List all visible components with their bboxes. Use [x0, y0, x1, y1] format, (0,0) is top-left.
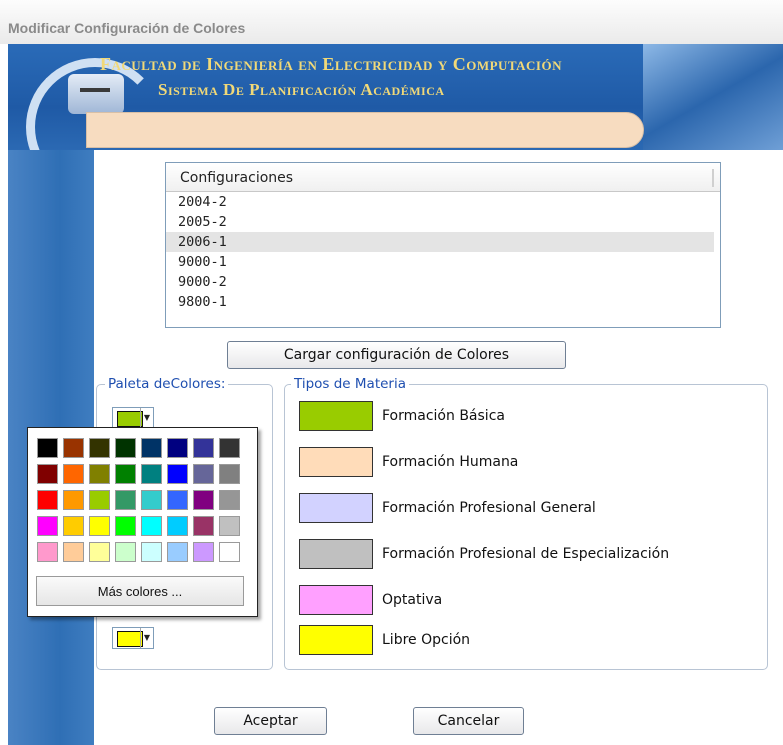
materia-color-chip[interactable]: [299, 625, 373, 655]
materias-fieldset: Tipos de Materia Formación Básica Formaci…: [284, 376, 768, 670]
color-swatch[interactable]: [115, 516, 136, 536]
config-list[interactable]: 2004-2 2005-2 2006-1 9000-1 9000-2 9800-1: [166, 192, 720, 312]
keyboard-decor-image: [643, 44, 783, 150]
color-swatch[interactable]: [89, 464, 110, 484]
window-titlebar: Modificar Configuración de Colores: [0, 0, 783, 44]
color-picker-button[interactable]: ▼: [112, 407, 154, 429]
list-header-label: Configuraciones: [180, 170, 294, 186]
palette-legend: Paleta deColores:: [105, 376, 229, 392]
color-swatch[interactable]: [89, 516, 110, 536]
materia-label: Formación Profesional de Especialización: [382, 546, 670, 562]
color-swatch[interactable]: [37, 516, 58, 536]
system-title: Sistema De Planificación Académica: [158, 80, 445, 99]
color-swatch[interactable]: [37, 490, 58, 510]
color-swatch[interactable]: [219, 490, 240, 510]
materia-label: Formación Básica: [382, 408, 505, 424]
list-header: Configuraciones: [166, 163, 720, 192]
color-swatch[interactable]: [193, 490, 214, 510]
dropdown-arrow-icon[interactable]: ▼: [140, 408, 153, 428]
configuraciones-listbox[interactable]: Configuraciones 2004-2 2005-2 2006-1 9000-1…: [165, 162, 721, 328]
header-divider: [712, 169, 714, 187]
color-swatch[interactable]: [219, 438, 240, 458]
list-item[interactable]: 9000-2: [166, 272, 720, 292]
color-swatch[interactable]: [141, 490, 162, 510]
color-swatch[interactable]: [89, 438, 110, 458]
color-swatch[interactable]: [193, 516, 214, 536]
dropdown-arrow-icon[interactable]: ▼: [140, 628, 153, 648]
list-item[interactable]: 9800-1: [166, 292, 720, 312]
materia-color-chip[interactable]: [299, 401, 373, 431]
color-swatch[interactable]: [219, 464, 240, 484]
color-swatch[interactable]: [193, 542, 214, 562]
list-item[interactable]: 9000-1: [166, 252, 720, 272]
color-swatch[interactable]: [89, 542, 110, 562]
color-swatch[interactable]: [89, 490, 110, 510]
color-swatch[interactable]: [37, 542, 58, 562]
window-title: Modificar Configuración de Colores: [8, 20, 246, 36]
load-config-button[interactable]: Cargar configuración de Colores: [227, 341, 566, 369]
materia-label: Optativa: [382, 592, 443, 608]
materia-label: Formación Humana: [382, 454, 519, 470]
color-swatch[interactable]: [115, 490, 136, 510]
materia-color-chip[interactable]: [299, 585, 373, 615]
color-swatch[interactable]: [193, 464, 214, 484]
color-swatch[interactable]: [219, 542, 240, 562]
materia-color-chip[interactable]: [299, 447, 373, 477]
more-colors-button[interactable]: Más colores ...: [36, 576, 244, 606]
list-item[interactable]: 2006-1: [166, 232, 714, 252]
color-swatch[interactable]: [167, 464, 188, 484]
materia-color-chip[interactable]: [299, 539, 373, 569]
color-swatch[interactable]: [115, 542, 136, 562]
color-swatch[interactable]: [63, 542, 84, 562]
materias-legend: Tipos de Materia: [291, 376, 409, 392]
header-banner: Facultad de Ingeniería en Electricidad y…: [8, 44, 783, 150]
color-swatch[interactable]: [63, 516, 84, 536]
color-swatch[interactable]: [219, 516, 240, 536]
color-swatch[interactable]: [141, 516, 162, 536]
materia-label: Formación Profesional General: [382, 500, 596, 516]
color-swatch[interactable]: [115, 438, 136, 458]
color-swatch[interactable]: [167, 490, 188, 510]
color-swatch[interactable]: [63, 490, 84, 510]
color-swatch[interactable]: [167, 438, 188, 458]
color-swatch[interactable]: [193, 438, 214, 458]
faculty-title: Facultad de Ingeniería en Electricidad y…: [100, 54, 562, 74]
list-item[interactable]: 2004-2: [166, 192, 720, 212]
color-swatch[interactable]: [63, 438, 84, 458]
color-swatch[interactable]: [115, 464, 136, 484]
list-item[interactable]: 2005-2: [166, 212, 720, 232]
color-swatch[interactable]: [141, 464, 162, 484]
materia-color-chip[interactable]: [299, 493, 373, 523]
color-palette-popup[interactable]: Más colores ...: [27, 427, 258, 617]
banner-tan-bar: [86, 112, 644, 148]
color-swatch[interactable]: [141, 438, 162, 458]
materia-label: Libre Opción: [382, 632, 471, 648]
color-swatch[interactable]: [167, 542, 188, 562]
faculty-logo-icon: [68, 74, 124, 114]
cancel-button[interactable]: Cancelar: [413, 707, 524, 735]
color-picker-button[interactable]: ▼: [112, 627, 154, 649]
color-swatch[interactable]: [37, 464, 58, 484]
color-swatch[interactable]: [37, 438, 58, 458]
color-swatch[interactable]: [167, 516, 188, 536]
color-swatch[interactable]: [63, 464, 84, 484]
color-swatch[interactable]: [141, 542, 162, 562]
accept-button[interactable]: Aceptar: [214, 707, 327, 735]
